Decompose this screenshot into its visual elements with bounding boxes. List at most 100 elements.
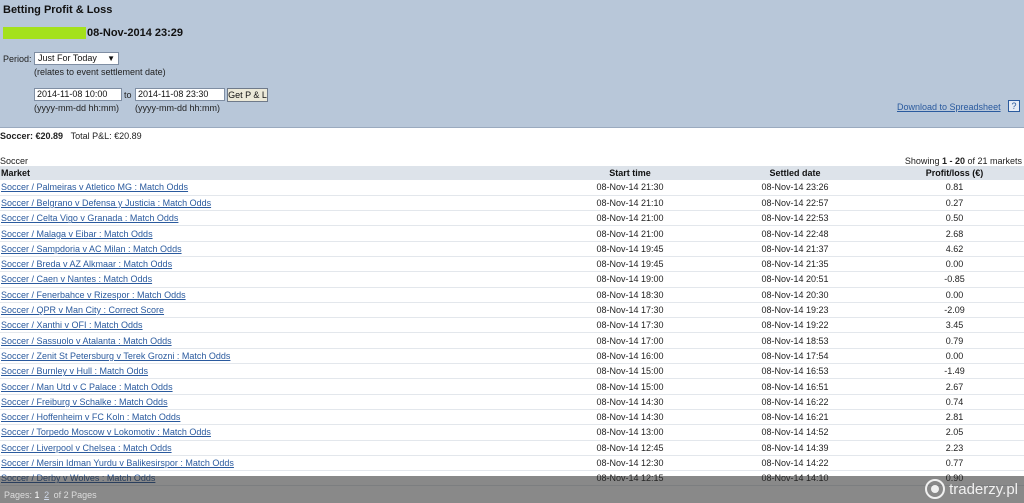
settled-date-cell: 08-Nov-14 22:48 [705,225,885,242]
pages-total: of 2 Pages [53,490,97,500]
profit-loss-cell: 0.74 [885,394,1024,410]
table-row: Soccer / Breda v AZ Alkmaar : Match Odds… [0,256,1024,273]
table-row: Soccer / Malaga v Eibar : Match Odds 08-N… [0,225,1024,242]
market-link[interactable]: Soccer / Sassuolo v Atalanta : Match Odd… [1,336,172,346]
start-time-cell: 08-Nov-14 14:30 [555,409,705,426]
market-cell: Soccer / Sassuolo v Atalanta : Match Odd… [0,332,555,349]
start-time-cell: 08-Nov-14 12:30 [555,455,705,472]
profit-loss-cell: 0.00 [885,256,1024,273]
section-label: Soccer [0,156,29,166]
table-row: Soccer / Mersin Idman Yurdu v Balikesirs… [0,455,1024,472]
to-date-input[interactable]: 2014-11-08 23:30 [135,88,225,101]
profit-loss-cell: 0.00 [885,348,1024,365]
settled-date-cell: 08-Nov-14 20:30 [705,287,885,303]
settled-date-cell: 08-Nov-14 16:51 [705,378,885,395]
table-row: Soccer / Belgrano v Defensa y Justicia :… [0,195,1024,212]
market-link[interactable]: Soccer / Burnley v Hull : Match Odds [1,366,148,376]
market-cell: Soccer / QPR v Man City : Correct Score [0,302,555,319]
redacted-username [3,27,86,39]
page-current: 1 [34,490,40,500]
from-date-input[interactable]: 2014-11-08 10:00 [34,88,122,101]
help-icon[interactable]: ? [1008,100,1020,112]
market-link[interactable]: Soccer / Xanthi v OFI : Match Odds [1,320,143,330]
start-time-cell: 08-Nov-14 19:00 [555,271,705,288]
to-format-hint: (yyyy-mm-dd hh:mm) [135,103,220,113]
settled-date-cell: 08-Nov-14 23:26 [705,180,885,196]
market-link[interactable]: Soccer / Mersin Idman Yurdu v Balikesirs… [1,458,234,468]
get-pl-button[interactable]: Get P & L [227,88,268,102]
market-link[interactable]: Soccer / Belgrano v Defensa y Justicia :… [1,198,211,208]
page-link-2[interactable]: 2 [44,490,49,500]
start-time-cell: 08-Nov-14 16:00 [555,348,705,365]
table-header-row: Market Start time Settled date Profit/lo… [0,166,1024,180]
period-select[interactable]: Just For Today ▼ [34,52,119,65]
pager-overlay [0,476,1024,503]
table-row: Soccer / Liverpool v Chelsea : Match Odd… [0,440,1024,456]
market-link[interactable]: Soccer / Zenit St Petersburg v Terek Gro… [1,351,230,361]
market-cell: Soccer / Man Utd v C Palace : Match Odds [0,378,555,395]
market-link[interactable]: Soccer / QPR v Man City : Correct Score [1,305,164,315]
settled-date-cell: 08-Nov-14 19:22 [705,317,885,334]
market-link[interactable]: Soccer / Caen v Nantes : Match Odds [1,274,152,284]
profit-loss-cell: 2.67 [885,378,1024,395]
profit-loss-cell: 0.00 [885,287,1024,303]
market-link[interactable]: Soccer / Malaga v Eibar : Match Odds [1,229,153,239]
chevron-down-icon: ▼ [107,54,115,63]
table-row: Soccer / Xanthi v OFI : Match Odds 08-Nov… [0,317,1024,334]
settled-date-cell: 08-Nov-14 18:53 [705,332,885,349]
profit-loss-cell: 0.50 [885,210,1024,227]
settled-date-cell: 08-Nov-14 22:57 [705,195,885,212]
market-link[interactable]: Soccer / Hoffenheim v FC Koln : Match Od… [1,412,180,422]
report-datetime: 08-Nov-2014 23:29 [87,27,184,39]
market-link[interactable]: Soccer / Man Utd v C Palace : Match Odds [1,382,173,392]
market-cell: Soccer / Malaga v Eibar : Match Odds [0,225,555,242]
market-cell: Soccer / Xanthi v OFI : Match Odds [0,317,555,334]
profit-loss-cell: 0.77 [885,455,1024,472]
start-time-cell: 08-Nov-14 13:00 [555,424,705,441]
market-link[interactable]: Soccer / Sampdoria v AC Milan : Match Od… [1,244,182,254]
profit-loss-cell: 2.23 [885,440,1024,456]
market-cell: Soccer / Palmeiras v Atletico MG : Match… [0,180,555,196]
profit-loss-cell: 0.27 [885,195,1024,212]
settled-date-cell: 08-Nov-14 16:22 [705,394,885,410]
settled-date-cell: 08-Nov-14 19:23 [705,302,885,319]
profit-loss-cell: 4.62 [885,241,1024,257]
table-row: Soccer / Caen v Nantes : Match Odds 08-No… [0,271,1024,288]
settled-date-cell: 08-Nov-14 21:35 [705,256,885,273]
settled-date-cell: 08-Nov-14 14:22 [705,455,885,472]
market-link[interactable]: Soccer / Freiburg v Schalke : Match Odds [1,397,168,407]
pages-label: Pages: [4,490,33,500]
market-cell: Soccer / Liverpool v Chelsea : Match Odd… [0,440,555,456]
market-link[interactable]: Soccer / Torpedo Moscow v Lokomotiv : Ma… [1,427,211,437]
download-spreadsheet-link[interactable]: Download to Spreadsheet [897,102,1001,112]
market-cell: Soccer / Fenerbahce v Rizespor : Match O… [0,287,555,303]
market-link[interactable]: Soccer / Liverpool v Chelsea : Match Odd… [1,443,172,453]
start-time-cell: 08-Nov-14 19:45 [555,256,705,273]
to-label: to [124,90,132,100]
settled-date-cell: 08-Nov-14 16:21 [705,409,885,426]
profit-loss-cell: -0.85 [885,271,1024,288]
profit-loss-cell: 2.05 [885,424,1024,441]
table-row: Soccer / Burnley v Hull : Match Odds 08-N… [0,363,1024,380]
market-link[interactable]: Soccer / Celta Vigo v Granada : Match Od… [1,213,178,223]
market-cell: Soccer / Hoffenheim v FC Koln : Match Od… [0,409,555,426]
start-time-cell: 08-Nov-14 17:30 [555,317,705,334]
start-time-cell: 08-Nov-14 15:00 [555,363,705,380]
column-header-profit-loss: Profit/loss (€) [885,166,1024,180]
column-header-settled-date: Settled date [705,166,885,180]
market-link[interactable]: Soccer / Palmeiras v Atletico MG : Match… [1,182,188,192]
table-row: Soccer / Palmeiras v Atletico MG : Match… [0,180,1024,196]
profit-loss-cell: 3.45 [885,317,1024,334]
profit-loss-cell: 0.79 [885,332,1024,349]
profit-loss-cell: 0.81 [885,180,1024,196]
market-link[interactable]: Soccer / Fenerbahce v Rizespor : Match O… [1,290,186,300]
table-row: Soccer / Hoffenheim v FC Koln : Match Od… [0,409,1024,426]
table-row: Soccer / Sassuolo v Atalanta : Match Odd… [0,332,1024,349]
column-header-market: Market [0,166,555,180]
page-header: Betting Profit & Loss 08-Nov-2014 23:29 … [0,0,1024,128]
settled-date-cell: 08-Nov-14 22:53 [705,210,885,227]
watermark-logo-icon [925,479,946,499]
market-link[interactable]: Soccer / Breda v AZ Alkmaar : Match Odds [1,259,172,269]
table-row: Soccer / Torpedo Moscow v Lokomotiv : Ma… [0,424,1024,441]
market-cell: Soccer / Breda v AZ Alkmaar : Match Odds [0,256,555,273]
